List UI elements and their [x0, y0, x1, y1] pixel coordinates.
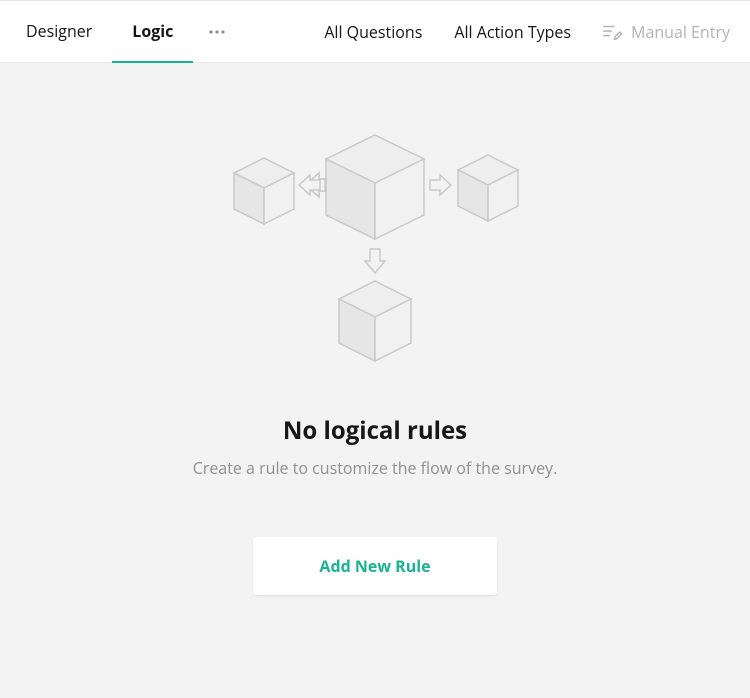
empty-state-description: Create a rule to customize the flow of t… — [193, 457, 558, 479]
tab-logic[interactable]: Logic — [112, 1, 193, 63]
tab-designer[interactable]: Designer — [6, 1, 112, 63]
more-tabs-button[interactable] — [193, 1, 241, 63]
content-area: No logical rules Create a rule to custom… — [0, 63, 750, 698]
cubes-flow-icon — [200, 133, 550, 373]
edit-list-icon — [601, 21, 623, 43]
tab-designer-label: Designer — [26, 20, 92, 42]
manual-entry-button[interactable]: Manual Entry — [587, 1, 734, 63]
filters: All Questions All Action Types Manual En… — [308, 1, 734, 63]
filter-all-questions[interactable]: All Questions — [308, 1, 438, 63]
add-new-rule-button[interactable]: Add New Rule — [253, 537, 496, 595]
tab-logic-label: Logic — [132, 20, 173, 42]
toolbar: Designer Logic All Questions All Action … — [0, 0, 750, 63]
filter-all-questions-label: All Questions — [324, 21, 422, 43]
empty-state-illustration — [200, 133, 550, 378]
manual-entry-label: Manual Entry — [631, 21, 730, 43]
add-new-rule-label: Add New Rule — [319, 555, 430, 577]
tabs-left: Designer Logic — [6, 1, 241, 63]
dots-icon — [209, 30, 225, 34]
empty-state-title: No logical rules — [283, 414, 467, 447]
filter-all-action-types[interactable]: All Action Types — [438, 1, 587, 63]
filter-all-action-types-label: All Action Types — [454, 21, 571, 43]
